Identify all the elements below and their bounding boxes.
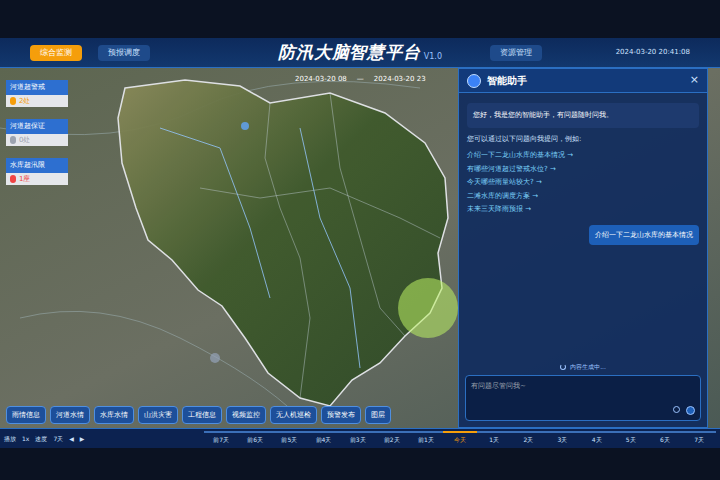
timeline-day[interactable]: 前3天 [341, 431, 375, 446]
date-range[interactable]: 2024-03-20 08—2024-03-20 23 [295, 74, 426, 85]
assistant-header: 智能助手× [459, 69, 707, 93]
timeline-day[interactable]: 前2天 [375, 431, 409, 446]
suggestion[interactable]: 二滩水库的调度方案 → [467, 191, 699, 202]
timeline-day[interactable]: 前5天 [272, 431, 306, 446]
suggestion[interactable]: 介绍一下二龙山水库的基本情况 → [467, 150, 699, 161]
alert-list: 河道超警戒2处河道超保证0处水库超汛限1座 [6, 80, 68, 185]
timeline-control[interactable]: 速度 [35, 434, 47, 443]
spinner-icon [560, 364, 566, 370]
close-button[interactable]: × [690, 72, 699, 89]
timeline-day[interactable]: 前6天 [238, 431, 272, 446]
alert-card[interactable]: 河道超警戒2处 [6, 80, 68, 107]
user-message: 介绍一下二龙山水库的基本情况 [589, 225, 699, 246]
header: 综合监测预报调度 防汛大脑智慧平台V1.0 资源管理 2024-03-20 20:41… [0, 38, 720, 68]
timeline-day[interactable]: 前1天 [409, 431, 443, 446]
timeline-day[interactable]: 3天 [545, 431, 579, 446]
timeline-day[interactable]: 今天 [443, 431, 477, 446]
timeline-control[interactable]: 播放 [4, 434, 16, 443]
timeline-day[interactable]: 6天 [648, 431, 682, 446]
layer-button[interactable]: 雨情信息 [6, 406, 46, 425]
layer-button[interactable]: 视频监控 [226, 406, 266, 425]
timeline-control[interactable]: 7天 [53, 434, 63, 443]
app: 综合监测预报调度 防汛大脑智慧平台V1.0 资源管理 2024-03-20 20:41… [0, 0, 720, 480]
loading-status: 内容生成中... [467, 362, 699, 371]
layer-button[interactable]: 无人机巡检 [270, 406, 317, 425]
suggestion[interactable]: 有哪些河道超过警戒水位? → [467, 164, 699, 175]
alert-icon [10, 97, 16, 105]
timeline: 播放 1x 速度 7天 ◀ ▶ 前7天前6天前5天前4天前3天前2天前1天今天1天2天3天4… [0, 428, 720, 448]
suggestion[interactable]: 未来三天降雨预报 → [467, 204, 699, 215]
bottom-strip [0, 448, 720, 480]
layer-button[interactable]: 河道水情 [50, 406, 90, 425]
timeline-control[interactable]: ▶ [80, 434, 85, 443]
alert-icon [10, 136, 16, 144]
timeline-day[interactable]: 4天 [580, 431, 614, 446]
timeline-day[interactable]: 前4天 [306, 431, 340, 446]
assistant-panel: 智能助手×您好，我是您的智能助手，有问题随时问我。您可以通过以下问题向我提问，例… [458, 68, 708, 428]
layer-button[interactable]: 山洪灾害 [138, 406, 178, 425]
layer-button[interactable]: 预警发布 [321, 406, 361, 425]
alert-card[interactable]: 河道超保证0处 [6, 119, 68, 146]
content: 河道超警戒2处河道超保证0处水库超汛限1座 2024-03-20 08—2024-… [0, 68, 720, 428]
timeline-day[interactable]: 5天 [614, 431, 648, 446]
timeline-day[interactable]: 1天 [477, 431, 511, 446]
app-title: 防汛大脑智慧平台 [278, 40, 421, 66]
chat-input[interactable]: 有问题尽管问我~ [465, 375, 701, 421]
alert-icon [10, 175, 16, 183]
top-strip [0, 0, 720, 38]
timeline-control[interactable]: 1x [22, 434, 29, 443]
nav-tab[interactable]: 资源管理 [490, 45, 542, 61]
timeline-day[interactable]: 7天 [682, 431, 716, 446]
layer-button[interactable]: 水库水情 [94, 406, 134, 425]
timeline-day[interactable]: 2天 [511, 431, 545, 446]
nav-tab[interactable]: 综合监测 [30, 45, 82, 61]
clock: 2024-03-20 20:41:08 [616, 47, 690, 58]
suggestion[interactable]: 今天哪些雨量站较大? → [467, 177, 699, 188]
layer-button[interactable]: 工程信息 [182, 406, 222, 425]
app-version: V1.0 [424, 51, 442, 63]
greeting-bubble: 您好，我是您的智能助手，有问题随时问我。 [467, 103, 699, 128]
suggestion-list: 介绍一下二龙山水库的基本情况 → 有哪些河道超过警戒水位? → 今天哪些雨量站较大?… [467, 150, 699, 215]
nav-tab[interactable]: 预报调度 [98, 45, 150, 61]
layer-buttons: 雨情信息河道水情水库水情山洪灾害工程信息视频监控无人机巡检预警发布图层 [6, 406, 391, 425]
layer-button[interactable]: 图层 [365, 406, 391, 425]
send-icon[interactable] [686, 406, 695, 415]
attach-icon[interactable] [673, 406, 680, 413]
timeline-control[interactable]: ◀ [69, 434, 74, 443]
timeline-day[interactable]: 前7天 [204, 431, 238, 446]
alert-card[interactable]: 水库超汛限1座 [6, 158, 68, 185]
robot-icon [467, 74, 481, 88]
